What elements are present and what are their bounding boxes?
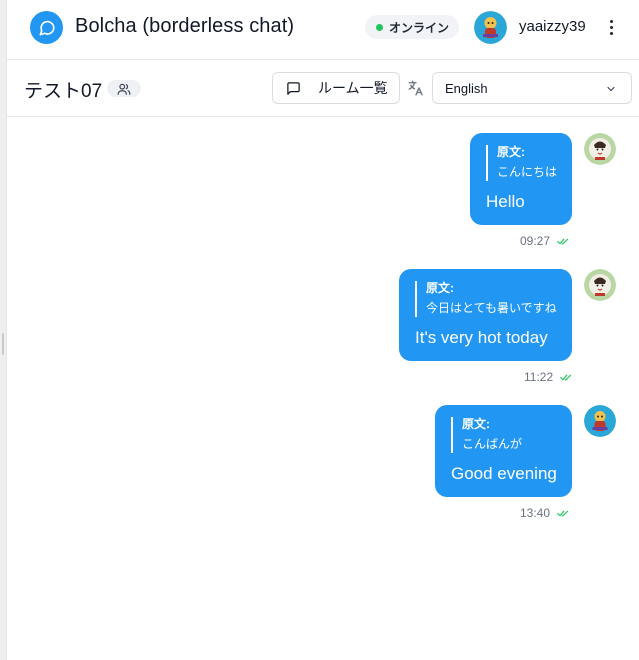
original-quote: 原文: こんにちは bbox=[486, 145, 557, 181]
room-toolbar: テスト07 ルーム一覧 English bbox=[7, 60, 639, 117]
original-quote: 原文: こんばんが bbox=[451, 417, 522, 453]
original-text: こんにちは bbox=[497, 165, 558, 179]
room-list-label: ルーム一覧 bbox=[318, 80, 388, 96]
message-square-icon bbox=[287, 81, 300, 95]
resize-handle[interactable] bbox=[2, 333, 4, 355]
room-list-button[interactable]: ルーム一覧 bbox=[272, 72, 400, 104]
app-header: Bolcha (borderless chat) オンライン yaaizzy39 bbox=[7, 0, 639, 60]
chat-bubble-icon bbox=[30, 11, 63, 44]
message-bubble[interactable]: 原文: 今日はとても暑いですね It's very hot today bbox=[399, 269, 572, 361]
message-bubble[interactable]: 原文: こんばんが Good evening bbox=[435, 405, 572, 497]
message-item: 原文: こんばんが Good evening 13:40 bbox=[7, 389, 639, 525]
message-bubble[interactable]: 原文: こんにちは Hello bbox=[470, 133, 572, 225]
online-dot-icon bbox=[376, 23, 383, 31]
sender-avatar[interactable] bbox=[584, 269, 616, 301]
message-meta: 09:27 bbox=[520, 234, 569, 248]
translated-text: It's very hot today bbox=[415, 328, 548, 347]
room-name: テスト07 bbox=[24, 81, 103, 102]
original-label: 原文: bbox=[462, 417, 490, 431]
message-time: 13:40 bbox=[520, 506, 551, 520]
users-icon bbox=[117, 83, 131, 95]
chevron-down-icon bbox=[607, 86, 615, 92]
original-text: こんばんが bbox=[462, 437, 523, 451]
original-label: 原文: bbox=[426, 281, 454, 295]
language-select[interactable]: English bbox=[432, 72, 632, 104]
online-status-badge: オンライン bbox=[365, 15, 460, 39]
user-avatar[interactable] bbox=[474, 11, 507, 44]
translated-text: Good evening bbox=[451, 464, 557, 483]
translated-text: Hello bbox=[486, 192, 525, 211]
double-check-icon bbox=[557, 238, 569, 244]
language-selected: English bbox=[445, 80, 488, 96]
sender-avatar[interactable] bbox=[584, 405, 616, 437]
translate-icon bbox=[408, 80, 423, 96]
original-quote: 原文: 今日はとても暑いですね bbox=[415, 281, 557, 317]
message-item: 原文: 今日はとても暑いですね It's very hot today 11:2… bbox=[7, 253, 639, 389]
members-button[interactable] bbox=[107, 80, 141, 97]
message-time: 09:27 bbox=[520, 234, 551, 248]
status-label: オンライン bbox=[389, 20, 450, 35]
message-list[interactable]: 原文: こんにちは Hello 09:27 原文: 今日はとても暑いですね It… bbox=[7, 117, 639, 660]
message-item: 原文: こんにちは Hello 09:27 bbox=[7, 117, 639, 253]
message-time: 11:22 bbox=[524, 370, 554, 384]
chat-app: Bolcha (borderless chat) オンライン yaaizzy39… bbox=[7, 0, 639, 660]
left-resize-rail bbox=[0, 0, 7, 660]
original-text: 今日はとても暑いですね bbox=[426, 301, 557, 315]
message-meta: 11:22 bbox=[524, 370, 572, 384]
username[interactable]: yaaizzy39 bbox=[519, 18, 586, 35]
app-title: Bolcha (borderless chat) bbox=[75, 15, 295, 37]
double-check-icon bbox=[560, 374, 572, 380]
sender-avatar[interactable] bbox=[584, 133, 616, 165]
message-meta: 13:40 bbox=[520, 506, 569, 520]
original-label: 原文: bbox=[497, 145, 525, 159]
kebab-menu-icon[interactable] bbox=[604, 16, 618, 38]
double-check-icon bbox=[557, 510, 569, 516]
